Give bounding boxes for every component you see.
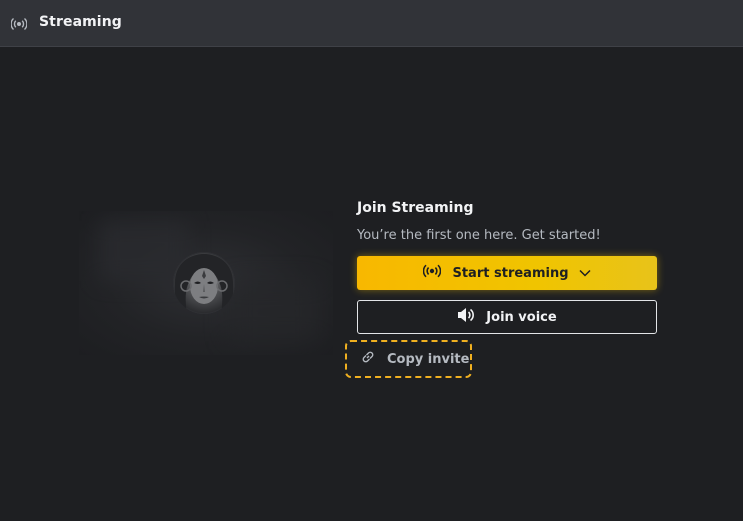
preview-backdrop <box>229 281 319 341</box>
start-streaming-button[interactable]: Start streaming <box>357 256 657 290</box>
join-voice-label: Join voice <box>486 309 557 325</box>
avatar <box>173 252 235 314</box>
speaker-icon <box>457 307 475 327</box>
channel-title: Streaming <box>39 14 122 30</box>
stream-preview <box>79 211 333 355</box>
broadcast-icon <box>423 264 442 282</box>
channel-header: Streaming <box>0 0 743 47</box>
copy-invite-label: Copy invite <box>387 351 470 367</box>
copy-invite-button[interactable]: Copy invite <box>345 340 472 378</box>
join-title: Join Streaming <box>357 200 474 216</box>
chevron-down-icon[interactable] <box>578 266 591 281</box>
join-subtitle: You’re the first one here. Get started! <box>357 228 601 243</box>
link-icon <box>361 350 375 368</box>
join-voice-button[interactable]: Join voice <box>357 300 657 334</box>
start-streaming-label: Start streaming <box>452 265 569 281</box>
broadcast-icon <box>10 16 28 31</box>
